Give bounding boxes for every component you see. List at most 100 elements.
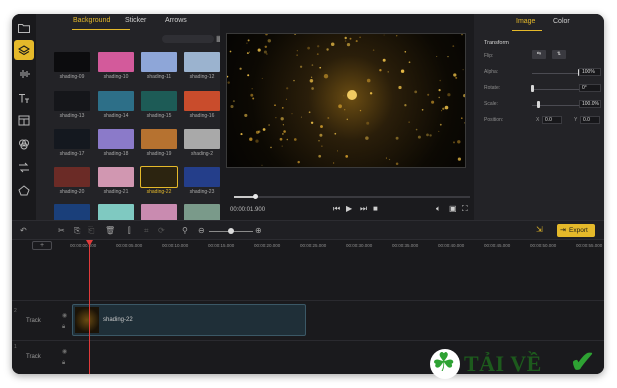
asset-tabs: Background Sticker Arrows bbox=[36, 14, 220, 32]
asset-thumbnail[interactable] bbox=[98, 129, 134, 149]
prev-frame-icon[interactable]: ⏮ bbox=[333, 204, 340, 214]
asset-thumbnail[interactable] bbox=[98, 167, 134, 187]
tool-sidebar bbox=[12, 14, 36, 220]
snapshot-icon[interactable]: ▣ bbox=[449, 204, 457, 213]
template-icon[interactable] bbox=[14, 110, 34, 130]
asset-label: shading-10 bbox=[103, 74, 129, 80]
track-lock-icon[interactable]: 🔒︎ bbox=[62, 324, 65, 331]
export-file-icon[interactable]: ⇲ bbox=[536, 225, 543, 234]
ruler-tick-label: 00:00:10.000 bbox=[162, 243, 189, 248]
delete-icon[interactable]: 🗑︎ bbox=[105, 226, 115, 235]
paste-icon[interactable]: ⎗ bbox=[88, 226, 94, 236]
flip-vertical-button[interactable]: ⇅ bbox=[552, 50, 566, 59]
asset-label: shading-16 bbox=[189, 113, 215, 119]
position-label: Position: bbox=[484, 117, 504, 123]
playhead[interactable] bbox=[89, 242, 90, 374]
tab-arrows[interactable]: Arrows bbox=[165, 17, 187, 24]
zoom-in-icon[interactable]: ⊕ bbox=[255, 226, 262, 235]
asset-label: shading-2 bbox=[191, 151, 213, 157]
rotate-slider-handle[interactable] bbox=[531, 85, 534, 92]
scale-value-field[interactable]: 100.0% bbox=[579, 100, 601, 108]
alpha-value-field[interactable]: 100% bbox=[579, 68, 601, 76]
clover-icon: ☘ bbox=[432, 347, 456, 377]
tab-background[interactable]: Background bbox=[73, 17, 110, 24]
play-icon[interactable]: ▶ bbox=[346, 204, 352, 213]
tab-color[interactable]: Color bbox=[553, 18, 570, 25]
audio-wave-icon[interactable] bbox=[14, 64, 34, 84]
asset-thumbnail[interactable] bbox=[141, 91, 177, 111]
asset-thumbnail[interactable] bbox=[140, 166, 178, 188]
ruler-tick-label: 00:00:00.000 bbox=[70, 243, 97, 248]
asset-thumbnail[interactable] bbox=[184, 91, 220, 111]
zoom-out-icon[interactable]: ⊖ bbox=[198, 226, 205, 235]
asset-thumbnail[interactable] bbox=[54, 129, 90, 149]
position-x-field[interactable]: 0.0 bbox=[542, 116, 562, 124]
track-lock-icon[interactable]: 🔒︎ bbox=[62, 360, 65, 367]
undo-icon[interactable]: ↶ bbox=[20, 226, 27, 235]
alpha-slider-track[interactable] bbox=[532, 73, 580, 74]
scrub-handle[interactable] bbox=[253, 194, 259, 199]
preview-panel: 00:00:01.900 ⏮ ▶ ⏭ ■ 🔈︎ ▣ ⛶ bbox=[220, 14, 474, 220]
asset-thumbnail[interactable] bbox=[141, 129, 177, 149]
ruler-tick-label: 00:00:55.000 bbox=[576, 243, 603, 248]
filter-icon[interactable] bbox=[14, 134, 34, 154]
asset-thumbnail[interactable] bbox=[141, 52, 177, 72]
asset-thumbnail[interactable] bbox=[54, 91, 90, 111]
zoom-slider-handle[interactable] bbox=[228, 228, 234, 234]
ruler-tick-label: 00:00:15.000 bbox=[208, 243, 235, 248]
track-visibility-icon[interactable]: ◉ bbox=[62, 312, 67, 319]
stop-icon[interactable]: ■ bbox=[373, 204, 378, 213]
flip-horizontal-button[interactable]: ⇆ bbox=[532, 50, 546, 59]
scale-slider-handle[interactable] bbox=[536, 101, 540, 108]
split-icon[interactable]: ⫿ bbox=[128, 226, 131, 236]
rotate-value-field[interactable]: 0° bbox=[579, 84, 601, 92]
cut-icon[interactable]: ✂ bbox=[58, 226, 65, 235]
text-icon[interactable] bbox=[14, 88, 34, 108]
track-number: 1 bbox=[14, 344, 17, 350]
asset-label: shading-22 bbox=[146, 189, 172, 195]
asset-thumbnail[interactable] bbox=[54, 167, 90, 187]
fullscreen-icon[interactable]: ⛶ bbox=[462, 204, 468, 214]
asset-label: shading-17 bbox=[59, 151, 85, 157]
rotate-icon[interactable]: ⟳ bbox=[158, 226, 165, 235]
preview-canvas bbox=[226, 33, 466, 168]
track-divider bbox=[12, 300, 604, 301]
asset-label: shading-15 bbox=[146, 113, 172, 119]
asset-thumbnail[interactable] bbox=[98, 91, 134, 111]
crop-icon[interactable]: ⌗ bbox=[144, 226, 149, 236]
copy-icon[interactable]: ⎘ bbox=[74, 226, 80, 236]
asset-thumbnail[interactable] bbox=[54, 52, 90, 72]
transform-section-title: Transform bbox=[484, 40, 509, 46]
scrub-track[interactable] bbox=[234, 196, 470, 198]
position-y-field[interactable]: 0.0 bbox=[580, 116, 600, 124]
watermark: ☘ TẢI VỀ ✔ bbox=[420, 343, 610, 383]
add-track-button[interactable]: + bbox=[32, 241, 52, 250]
ruler-tick-label: 00:00:05.000 bbox=[116, 243, 143, 248]
export-label: Export bbox=[569, 227, 588, 234]
asset-thumbnail[interactable] bbox=[184, 129, 220, 149]
track-mute-icon[interactable]: ◉ bbox=[62, 348, 67, 355]
asset-label: shading-21 bbox=[103, 189, 129, 195]
next-frame-icon[interactable]: ⏭ bbox=[360, 204, 367, 214]
search-input[interactable] bbox=[162, 35, 214, 43]
timeline-clip[interactable]: shading-22 bbox=[72, 304, 306, 336]
volume-icon[interactable]: 🔈︎ bbox=[436, 204, 441, 214]
ruler-tick-label: 00:00:25.000 bbox=[300, 243, 327, 248]
tab-image[interactable]: Image bbox=[516, 18, 535, 25]
transition-icon[interactable] bbox=[14, 157, 34, 177]
properties-panel: Image Color Transform Flip: ⇆ ⇅ Alpha: 1… bbox=[474, 14, 604, 220]
export-button[interactable]: ⇥ Export bbox=[557, 224, 595, 237]
asset-thumbnail[interactable] bbox=[98, 52, 134, 72]
marker-icon[interactable]: ⚲ bbox=[182, 226, 188, 235]
element-icon[interactable] bbox=[14, 180, 34, 200]
folder-icon[interactable] bbox=[14, 18, 34, 38]
layers-icon[interactable] bbox=[14, 40, 34, 60]
rotate-slider-track[interactable] bbox=[532, 89, 580, 90]
tab-sticker[interactable]: Sticker bbox=[125, 17, 146, 24]
asset-thumbnail[interactable] bbox=[184, 52, 220, 72]
track-divider bbox=[12, 340, 604, 341]
asset-thumbnail[interactable] bbox=[184, 167, 220, 187]
bokeh-particles bbox=[227, 34, 465, 166]
ruler-tick-label: 00:00:30.000 bbox=[346, 243, 373, 248]
track-number: 2 bbox=[14, 308, 17, 314]
